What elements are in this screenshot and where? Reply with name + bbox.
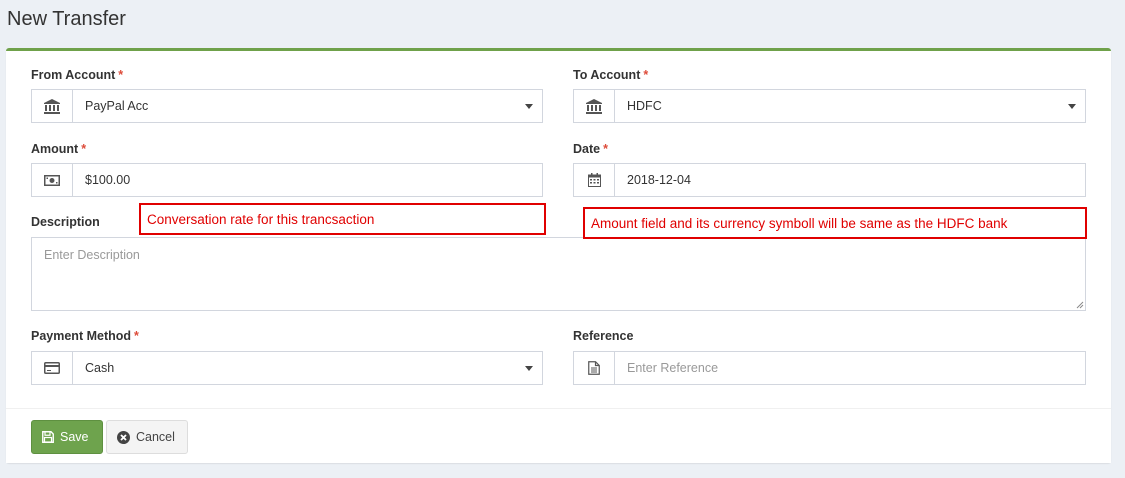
date-label: Date * — [573, 142, 608, 156]
cancel-button[interactable]: Cancel — [106, 420, 188, 454]
description-textarea[interactable]: Enter Description — [31, 237, 1086, 311]
date-value: 2018-12-04 — [627, 173, 691, 187]
payment-method-select[interactable]: Cash — [31, 351, 543, 385]
reference-placeholder: Enter Reference — [627, 361, 719, 375]
calendar-icon — [574, 164, 615, 196]
amount-label: Amount * — [31, 142, 87, 156]
from-account-label: From Account * — [31, 68, 124, 82]
date-input[interactable]: 2018-12-04 — [573, 163, 1086, 197]
reference-label: Reference — [573, 329, 634, 343]
save-button-label: Save — [60, 430, 89, 444]
description-placeholder: Enter Description — [44, 248, 140, 262]
page-title: New Transfer — [7, 8, 126, 30]
resize-handle-icon[interactable] — [1076, 301, 1084, 309]
reference-input[interactable]: Enter Reference — [573, 351, 1086, 385]
required-mark: * — [118, 68, 124, 82]
chevron-down-icon — [525, 104, 533, 109]
annotation-conversion-rate: Conversation rate for this trancsaction — [139, 203, 546, 235]
close-circle-icon — [117, 430, 130, 444]
from-account-value: PayPal Acc — [85, 99, 149, 113]
to-account-value: HDFC — [627, 99, 662, 113]
required-mark: * — [643, 68, 649, 82]
payment-method-value: Cash — [85, 361, 115, 375]
form-footer: Save Cancel — [6, 408, 1111, 463]
bank-icon — [32, 90, 73, 122]
cancel-button-label: Cancel — [136, 430, 175, 444]
from-account-select[interactable]: PayPal Acc — [31, 89, 543, 123]
required-mark: * — [81, 142, 87, 156]
document-icon — [574, 352, 615, 384]
money-icon — [32, 164, 73, 196]
to-account-label: To Account * — [573, 68, 649, 82]
bank-icon — [574, 90, 615, 122]
amount-value: $100.00 — [85, 173, 131, 187]
chevron-down-icon — [1068, 104, 1076, 109]
save-button[interactable]: Save — [31, 420, 103, 454]
credit-card-icon — [32, 352, 73, 384]
required-mark: * — [603, 142, 608, 156]
floppy-disk-icon — [42, 431, 54, 443]
transfer-form: From Account * PayPal Acc To Account * HDF… — [6, 48, 1111, 463]
amount-input[interactable]: $100.00 — [31, 163, 543, 197]
annotation-amount-currency: Amount field and its currency symboll wi… — [583, 207, 1087, 239]
required-mark: * — [134, 329, 139, 343]
chevron-down-icon — [525, 366, 533, 371]
payment-method-label: Payment Method * — [31, 329, 139, 343]
description-label: Description — [31, 215, 100, 229]
to-account-select[interactable]: HDFC — [573, 89, 1086, 123]
